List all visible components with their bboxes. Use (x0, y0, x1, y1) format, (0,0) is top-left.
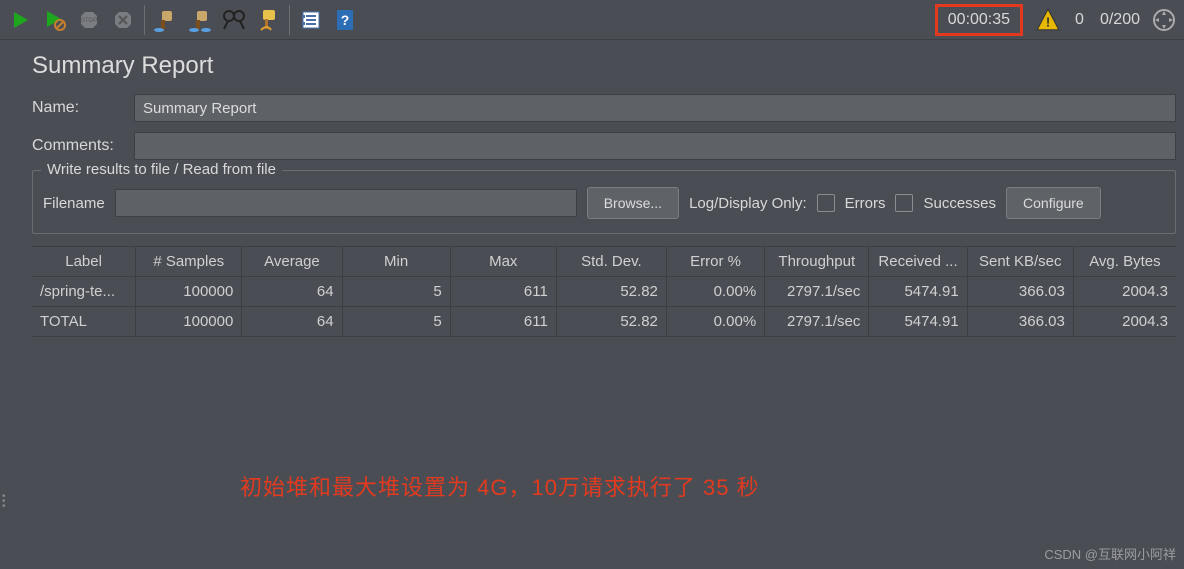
filename-input[interactable] (115, 189, 577, 217)
comments-label: Comments: (32, 137, 134, 155)
col-avgbytes[interactable]: Avg. Bytes (1074, 247, 1176, 276)
cell: 100000 (136, 307, 242, 336)
left-rail: ••• (0, 40, 10, 569)
successes-checkbox[interactable] (895, 194, 913, 212)
configure-button[interactable]: Configure (1006, 187, 1101, 219)
warning-icon[interactable]: ! (1035, 7, 1061, 33)
separator (144, 5, 145, 35)
errors-checkbox[interactable] (817, 194, 835, 212)
annotation-text: 初始堆和最大堆设置为 4G，10万请求执行了 35 秒 (240, 470, 760, 502)
cell: 5 (343, 277, 451, 306)
results-table: Label # Samples Average Min Max Std. Dev… (32, 246, 1176, 337)
cell: 2004.3 (1074, 307, 1176, 336)
cell: 611 (451, 307, 557, 336)
start-icon[interactable] (4, 3, 38, 37)
cell-label: /spring-te... (32, 277, 136, 306)
col-label[interactable]: Label (32, 247, 136, 276)
col-stddev[interactable]: Std. Dev. (557, 247, 667, 276)
col-sent[interactable]: Sent KB/sec (968, 247, 1074, 276)
col-throughput[interactable]: Throughput (765, 247, 869, 276)
cell: 366.03 (968, 307, 1074, 336)
cell-label: TOTAL (32, 307, 136, 336)
function-helper-icon[interactable] (294, 3, 328, 37)
col-min[interactable]: Min (343, 247, 451, 276)
fieldset-legend: Write results to file / Read from file (41, 161, 282, 178)
cell: 64 (242, 277, 342, 306)
browse-button[interactable]: Browse... (587, 187, 679, 219)
start-no-pause-icon[interactable] (38, 3, 72, 37)
expand-icon[interactable] (1152, 8, 1176, 32)
page-title: Summary Report (32, 52, 1176, 80)
cell: 2004.3 (1074, 277, 1176, 306)
col-error[interactable]: Error % (667, 247, 765, 276)
table-row[interactable]: /spring-te... 100000 64 5 611 52.82 0.00… (32, 277, 1176, 307)
table-header: Label # Samples Average Min Max Std. Dev… (32, 247, 1176, 277)
stop-icon: STOP (72, 3, 106, 37)
errors-label: Errors (845, 195, 886, 212)
cell: 64 (242, 307, 342, 336)
successes-label: Successes (923, 195, 996, 212)
col-max[interactable]: Max (451, 247, 557, 276)
reset-search-icon[interactable] (251, 3, 285, 37)
cell: 611 (451, 277, 557, 306)
svg-text:STOP: STOP (81, 18, 97, 24)
clear-icon[interactable] (149, 3, 183, 37)
elapsed-timer: 00:00:35 (935, 4, 1023, 36)
cell: 366.03 (968, 277, 1074, 306)
cell: 100000 (136, 277, 242, 306)
warning-count: 0 (1075, 11, 1084, 29)
search-icon[interactable] (217, 3, 251, 37)
cell: 52.82 (557, 307, 667, 336)
cell: 0.00% (667, 307, 765, 336)
shutdown-icon (106, 3, 140, 37)
cell: 0.00% (667, 277, 765, 306)
filename-label: Filename (43, 195, 105, 212)
watermark: CSDN @互联网小阿祥 (1044, 544, 1176, 563)
col-average[interactable]: Average (242, 247, 342, 276)
cell: 5 (343, 307, 451, 336)
log-display-label: Log/Display Only: (689, 195, 807, 212)
thread-counter: 0/200 (1100, 11, 1140, 29)
name-input[interactable] (134, 94, 1176, 122)
table-row[interactable]: TOTAL 100000 64 5 611 52.82 0.00% 2797.1… (32, 307, 1176, 337)
cell: 2797.1/sec (765, 277, 869, 306)
clear-all-icon[interactable] (183, 3, 217, 37)
svg-text:?: ? (341, 12, 350, 28)
toolbar: STOP ? 00:00:35 ! 0 0/200 (0, 0, 1184, 40)
file-fieldset: Write results to file / Read from file F… (32, 170, 1176, 234)
separator (289, 5, 290, 35)
cell: 2797.1/sec (765, 307, 869, 336)
cell: 5474.91 (869, 277, 967, 306)
cell: 52.82 (557, 277, 667, 306)
comments-input[interactable] (134, 132, 1176, 160)
cell: 5474.91 (869, 307, 967, 336)
drag-handle-icon[interactable]: ••• (2, 494, 6, 509)
help-icon[interactable]: ? (328, 3, 362, 37)
col-samples[interactable]: # Samples (136, 247, 242, 276)
name-label: Name: (32, 99, 134, 117)
svg-text:!: ! (1046, 14, 1050, 29)
col-received[interactable]: Received ... (869, 247, 967, 276)
